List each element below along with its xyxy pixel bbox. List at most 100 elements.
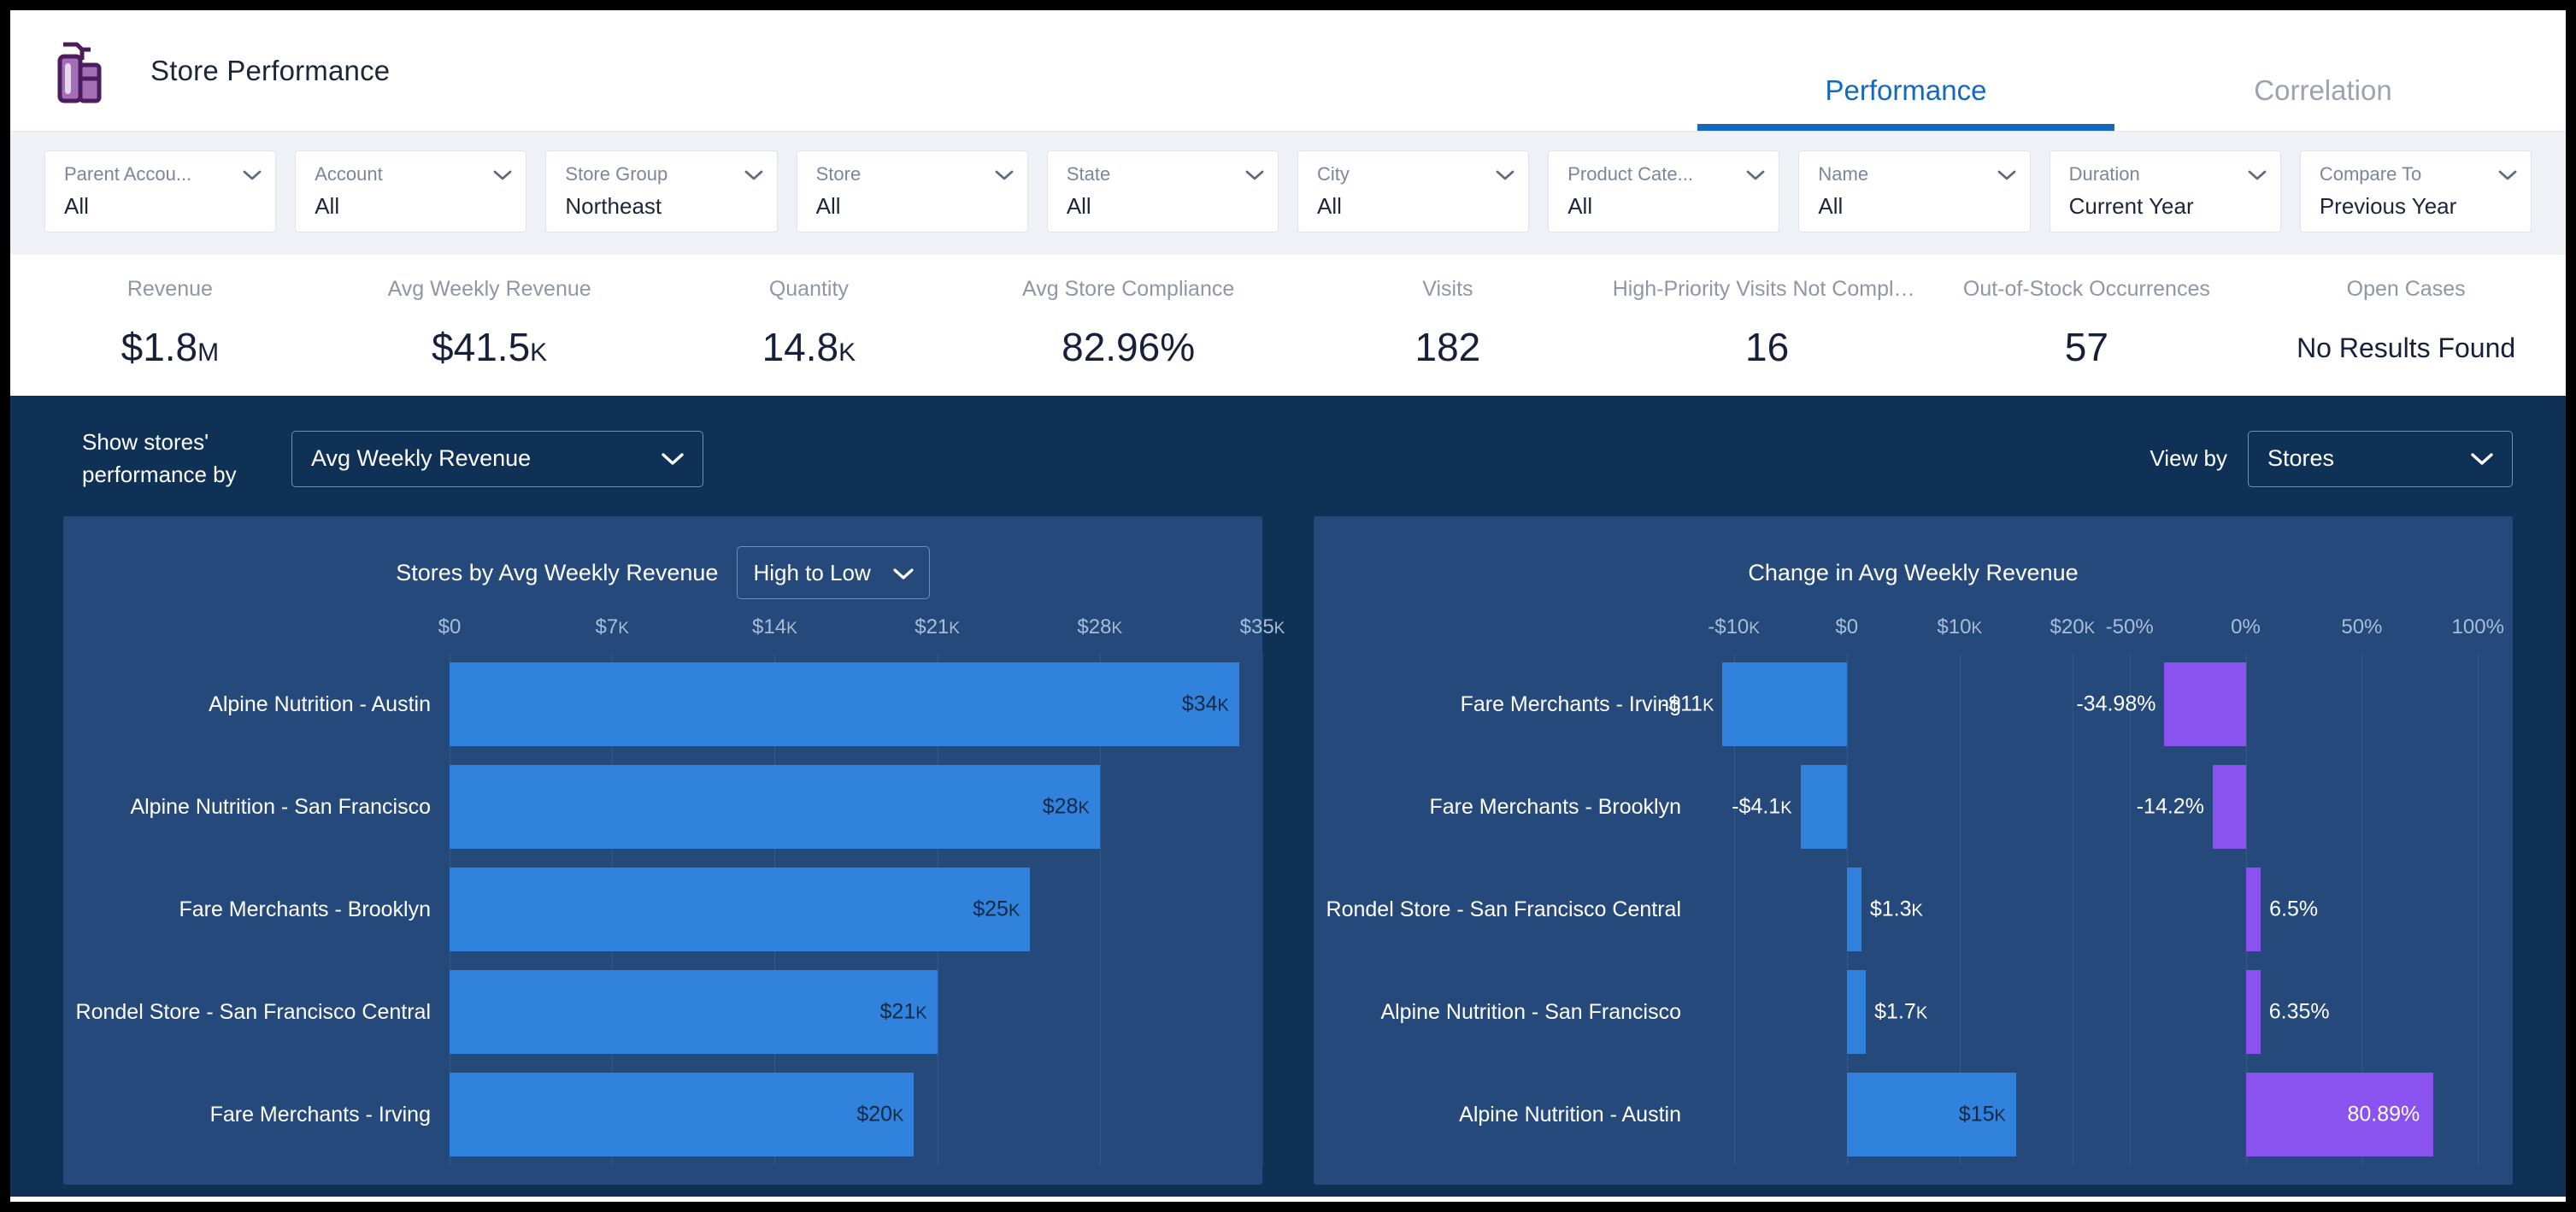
bar-row[interactable]: Alpine Nutrition - Austin $15K 80.89% bbox=[1314, 1063, 2513, 1166]
bar-row[interactable]: Rondel Store - San Francisco Central$21K bbox=[63, 961, 1262, 1063]
abs-change-bar[interactable]: -$4.1K bbox=[1801, 765, 1847, 849]
filter-name[interactable]: NameAll bbox=[1798, 150, 2030, 232]
kpi-number: $41.5 bbox=[432, 325, 530, 369]
kpi-value: $41.5K bbox=[330, 324, 650, 370]
spray-bottle-icon bbox=[46, 36, 113, 106]
axis-tick: $14K bbox=[752, 615, 797, 639]
stores-revenue-panel: Stores by Avg Weekly Revenue High to Low… bbox=[63, 516, 1262, 1185]
filter-label: Store bbox=[816, 163, 1012, 185]
axis-tick-abs: $10K bbox=[1937, 615, 1982, 639]
sort-order-select[interactable]: High to Low bbox=[737, 546, 929, 599]
tab-correlation[interactable]: Correlation bbox=[2114, 74, 2532, 131]
chart-panels: Stores by Avg Weekly Revenue High to Low… bbox=[10, 516, 2566, 1185]
kpi-value: $1.8M bbox=[10, 324, 330, 370]
bar-row[interactable]: Fare Merchants - Brooklyn $25K bbox=[63, 858, 1262, 961]
abs-change-bar[interactable]: $1.7K bbox=[1847, 970, 1866, 1054]
view-by-control: View by Stores bbox=[2150, 431, 2513, 487]
bar-value-suffix: K bbox=[1078, 799, 1089, 818]
dashboard-root: Store Performance Performance Correlatio… bbox=[0, 0, 2576, 1212]
bar-plot-area: $1.7K 6.35% bbox=[1700, 961, 2513, 1063]
abs-value-label: -$11K bbox=[1661, 692, 1714, 717]
bar-row[interactable]: Fare Merchants - Brooklyn-$4.1K-14.2% bbox=[1314, 756, 2513, 858]
filter-city[interactable]: CityAll bbox=[1297, 150, 1529, 232]
chevron-down-icon bbox=[493, 170, 512, 180]
tab-performance[interactable]: Performance bbox=[1697, 74, 2114, 131]
bar-row[interactable]: Rondel Store - San Francisco Central$1.3… bbox=[1314, 858, 2513, 961]
bar-row[interactable]: Alpine Nutrition - San Francisco$1.7K6.3… bbox=[1314, 961, 2513, 1063]
pct-change-bar[interactable]: -34.98% bbox=[2164, 662, 2245, 746]
filter-account[interactable]: AccountAll bbox=[295, 150, 526, 232]
bar-value-label: $21K bbox=[880, 1000, 927, 1025]
axis-tick: $21K bbox=[915, 615, 960, 639]
kpi-label: Revenue bbox=[10, 277, 330, 302]
filter-bar: Parent Accou...AllAccountAllStore GroupN… bbox=[10, 132, 2566, 255]
kpi-value: 182 bbox=[1288, 324, 1608, 370]
abs-change-bar[interactable]: $15K bbox=[1847, 1073, 2016, 1156]
revenue-bar[interactable]: $20K bbox=[450, 1073, 914, 1156]
brand: Store Performance bbox=[10, 36, 390, 106]
pct-value: -34.98% bbox=[2076, 692, 2155, 716]
filter-parent-accou[interactable]: Parent Accou...All bbox=[44, 150, 276, 232]
tick-label: $21 bbox=[915, 615, 949, 638]
abs-value: $15 bbox=[1959, 1103, 1995, 1127]
filter-state[interactable]: State All bbox=[1047, 150, 1279, 232]
bar-category-label: Fare Merchants - Brooklyn bbox=[63, 858, 450, 961]
pct-change-bar[interactable]: -14.2% bbox=[2213, 765, 2246, 849]
filter-duration[interactable]: DurationCurrent Year bbox=[2050, 150, 2281, 232]
kpi-quantity: Quantity14.8K bbox=[650, 277, 969, 370]
chevron-down-icon bbox=[243, 170, 262, 180]
pct-change-bar[interactable]: 6.35% bbox=[2246, 970, 2261, 1054]
show-by-select[interactable]: Avg Weekly Revenue bbox=[291, 431, 703, 487]
bar-value-label: $20K bbox=[856, 1103, 903, 1127]
revenue-bar[interactable]: $21K bbox=[450, 970, 938, 1054]
tick-label: $14 bbox=[752, 615, 786, 638]
page-title: Store Performance bbox=[150, 55, 390, 87]
revenue-bar[interactable]: $34K bbox=[450, 662, 1239, 746]
abs-value-suffix: K bbox=[1994, 1107, 2005, 1126]
bar-row[interactable]: Fare Merchants - Irving-$11K-34.98% bbox=[1314, 653, 2513, 756]
filter-label: State bbox=[1067, 163, 1262, 185]
kpi-number: 16 bbox=[1745, 325, 1789, 369]
kpi-suffix: M bbox=[197, 338, 219, 367]
kpi-value: No Results Found bbox=[2246, 332, 2566, 364]
chart-controls: Show stores' performance by Avg Weekly R… bbox=[10, 396, 2566, 516]
kpi-number: $1.8 bbox=[121, 325, 198, 369]
tick-suffix: K bbox=[1274, 620, 1285, 638]
filter-product-cate[interactable]: Product Cate...All bbox=[1548, 150, 1779, 232]
bar-value: $34 bbox=[1182, 692, 1218, 716]
revenue-bar[interactable]: $25K bbox=[450, 868, 1030, 951]
kpi-revenue: Revenue $1.8M bbox=[10, 277, 330, 370]
bar-row[interactable]: Alpine Nutrition - San Francisco$28K bbox=[63, 756, 1262, 858]
filter-compare-to[interactable]: Compare ToPrevious Year bbox=[2300, 150, 2532, 232]
pct-change-bar[interactable]: 6.5% bbox=[2246, 868, 2261, 951]
pct-value: 6.5% bbox=[2269, 897, 2318, 921]
filter-value: All bbox=[1067, 193, 1262, 220]
filter-store[interactable]: StoreAll bbox=[797, 150, 1028, 232]
bar-plot-area: $28K bbox=[450, 756, 1262, 858]
show-by-label: Show stores' performance by bbox=[82, 427, 266, 491]
view-by-select[interactable]: Stores bbox=[2248, 431, 2513, 487]
bar-value-label: $25K bbox=[973, 897, 1020, 922]
kpi-number: 14.8 bbox=[762, 325, 839, 369]
bar-row[interactable]: Fare Merchants - Irving$20K bbox=[63, 1063, 1262, 1166]
kpi-label: Avg Weekly Revenue bbox=[330, 277, 650, 302]
abs-change-bar[interactable]: -$11K bbox=[1722, 662, 1846, 746]
bar-row[interactable]: Alpine Nutrition - Austin$34K bbox=[63, 653, 1262, 756]
abs-value-label: $15K bbox=[1959, 1103, 2006, 1127]
bar-category-label: Alpine Nutrition - Austin bbox=[1314, 1063, 1700, 1166]
tick-suffix: K bbox=[618, 620, 629, 638]
pct-change-bar[interactable]: 80.89% bbox=[2246, 1073, 2434, 1156]
right-chart-rows: Fare Merchants - Irving-$11K-34.98%Fare … bbox=[1314, 653, 2513, 1166]
kpi-suffix: K bbox=[530, 338, 547, 367]
kpi-value: 16 bbox=[1608, 324, 1927, 370]
tick-label: 0% bbox=[2231, 615, 2261, 638]
pct-value-label: -14.2% bbox=[2137, 795, 2204, 820]
kpi-number: 182 bbox=[1415, 325, 1481, 369]
abs-value-label: $1.3K bbox=[1870, 897, 1923, 922]
filter-store-group[interactable]: Store GroupNortheast bbox=[545, 150, 777, 232]
revenue-bar[interactable]: $28K bbox=[450, 765, 1100, 849]
filter-label: Product Cate... bbox=[1567, 163, 1763, 185]
bar-plot-area: $21K bbox=[450, 961, 1262, 1063]
abs-change-bar[interactable]: $1.3K bbox=[1847, 868, 1861, 951]
chevron-down-icon bbox=[893, 560, 914, 586]
